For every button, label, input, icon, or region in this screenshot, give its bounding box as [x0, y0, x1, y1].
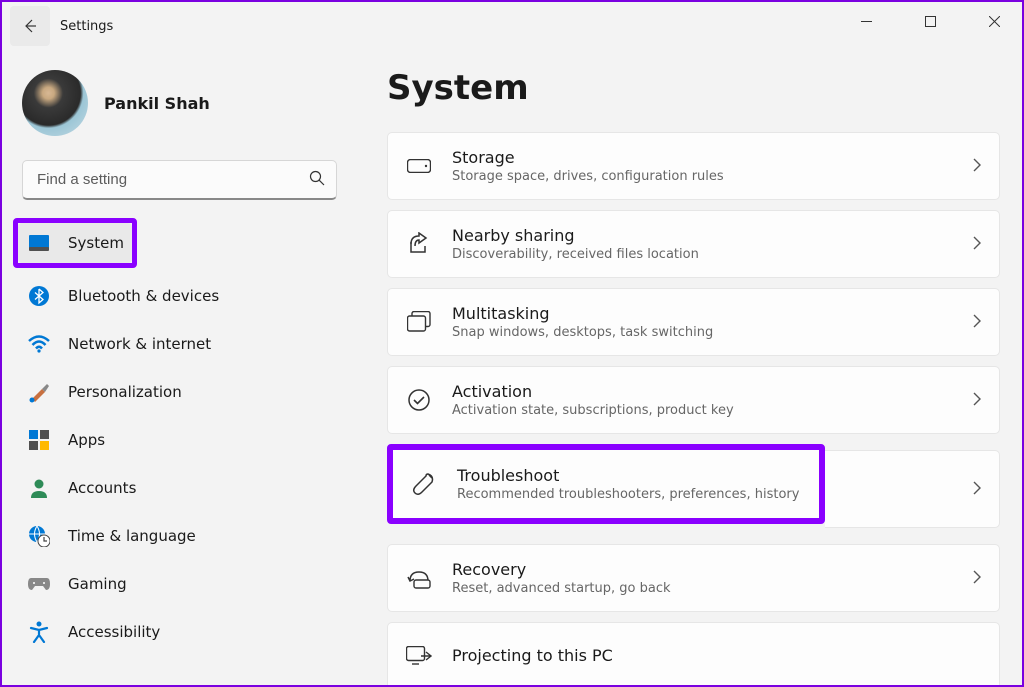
chevron-right-icon: [973, 235, 981, 254]
sidebar-item-label: Apps: [68, 431, 105, 449]
chevron-right-icon: [973, 157, 981, 176]
close-button[interactable]: [972, 6, 1016, 36]
maximize-icon: [925, 16, 936, 27]
card-activation[interactable]: Activation Activation state, subscriptio…: [387, 366, 1000, 434]
card-text: Nearby sharing Discoverability, received…: [452, 226, 953, 262]
sidebar-item-personalization[interactable]: Personalization: [18, 372, 341, 412]
sidebar-item-accessibility[interactable]: Accessibility: [18, 612, 341, 652]
card-title: Projecting to this PC: [452, 646, 981, 665]
card-troubleshoot-tail[interactable]: [825, 450, 1000, 528]
chevron-right-icon: [973, 391, 981, 410]
page-title: System: [387, 68, 1000, 108]
profile-section[interactable]: Pankil Shah: [18, 62, 341, 156]
main-panel: System Storage Storage space, drives, co…: [357, 50, 1022, 685]
card-troubleshoot[interactable]: Troubleshoot Recommended troubleshooters…: [393, 450, 819, 518]
card-title: Recovery: [452, 560, 953, 579]
accessibility-icon: [28, 621, 50, 643]
gamepad-icon: [28, 573, 50, 595]
back-button[interactable]: [10, 6, 50, 46]
close-icon: [989, 16, 1000, 27]
sidebar-item-apps[interactable]: Apps: [18, 420, 341, 460]
card-desc: Discoverability, received files location: [452, 247, 953, 262]
project-icon: [406, 643, 432, 669]
card-text: Troubleshoot Recommended troubleshooters…: [457, 466, 801, 502]
search-icon: [309, 170, 325, 190]
sidebar-item-label: Personalization: [68, 383, 182, 401]
sidebar-item-accounts[interactable]: Accounts: [18, 468, 341, 508]
avatar: [22, 70, 88, 136]
sidebar-item-network[interactable]: Network & internet: [18, 324, 341, 364]
check-circle-icon: [406, 387, 432, 413]
arrow-left-icon: [22, 18, 38, 34]
sidebar-item-time-language[interactable]: Time & language: [18, 516, 341, 556]
person-icon: [28, 477, 50, 499]
sidebar-item-bluetooth[interactable]: Bluetooth & devices: [18, 276, 341, 316]
app-title: Settings: [60, 19, 113, 34]
bluetooth-icon: [28, 285, 50, 307]
sidebar-item-gaming[interactable]: Gaming: [18, 564, 341, 604]
sidebar-item-label: Bluetooth & devices: [68, 287, 219, 305]
card-desc: Reset, advanced startup, go back: [452, 581, 953, 596]
sidebar-nav: System Bluetooth & devices Network & int…: [18, 218, 341, 652]
card-multitasking[interactable]: Multitasking Snap windows, desktops, tas…: [387, 288, 1000, 356]
multitasking-icon: [406, 309, 432, 335]
recovery-icon: [406, 565, 432, 591]
card-title: Nearby sharing: [452, 226, 953, 245]
sidebar-item-label: Gaming: [68, 575, 127, 593]
sidebar-item-label: Time & language: [68, 527, 196, 545]
paintbrush-icon: [28, 381, 50, 403]
sidebar-item-label: Accounts: [68, 479, 136, 497]
maximize-button[interactable]: [908, 6, 952, 36]
sidebar-item-label: Network & internet: [68, 335, 211, 353]
search-input[interactable]: [22, 160, 337, 200]
wrench-icon: [411, 471, 437, 497]
card-projecting[interactable]: Projecting to this PC: [387, 622, 1000, 685]
storage-icon: [406, 153, 432, 179]
troubleshoot-row: Troubleshoot Recommended troubleshooters…: [387, 444, 1000, 534]
sidebar-item-system[interactable]: System: [18, 223, 132, 263]
titlebar: Settings: [2, 2, 1022, 50]
sidebar: Pankil Shah System Bluetoot: [2, 50, 357, 685]
highlight-system: System: [13, 218, 137, 268]
card-storage[interactable]: Storage Storage space, drives, configura…: [387, 132, 1000, 200]
card-recovery[interactable]: Recovery Reset, advanced startup, go bac…: [387, 544, 1000, 612]
card-text: Activation Activation state, subscriptio…: [452, 382, 953, 418]
card-title: Multitasking: [452, 304, 953, 323]
globe-clock-icon: [28, 525, 50, 547]
card-title: Troubleshoot: [457, 466, 801, 485]
card-text: Projecting to this PC: [452, 646, 981, 667]
card-title: Storage: [452, 148, 953, 167]
card-text: Recovery Reset, advanced startup, go bac…: [452, 560, 953, 596]
card-desc: Activation state, subscriptions, product…: [452, 403, 953, 418]
share-icon: [406, 231, 432, 257]
minimize-button[interactable]: [844, 6, 888, 36]
card-nearby-sharing[interactable]: Nearby sharing Discoverability, received…: [387, 210, 1000, 278]
card-title: Activation: [452, 382, 953, 401]
chevron-right-icon: [973, 569, 981, 588]
chevron-right-icon: [973, 480, 981, 499]
card-text: Multitasking Snap windows, desktops, tas…: [452, 304, 953, 340]
sidebar-item-label: System: [68, 234, 124, 252]
sidebar-item-label: Accessibility: [68, 623, 160, 641]
window-controls: [844, 6, 1016, 36]
card-desc: Storage space, drives, configuration rul…: [452, 169, 953, 184]
user-name: Pankil Shah: [104, 94, 210, 113]
system-icon: [28, 232, 50, 254]
apps-icon: [28, 429, 50, 451]
wifi-icon: [28, 333, 50, 355]
card-desc: Recommended troubleshooters, preferences…: [457, 487, 801, 502]
search-field-wrap: [22, 160, 337, 200]
chevron-right-icon: [973, 313, 981, 332]
highlight-troubleshoot: Troubleshoot Recommended troubleshooters…: [387, 444, 825, 524]
card-text: Storage Storage space, drives, configura…: [452, 148, 953, 184]
minimize-icon: [861, 16, 872, 27]
card-desc: Snap windows, desktops, task switching: [452, 325, 953, 340]
